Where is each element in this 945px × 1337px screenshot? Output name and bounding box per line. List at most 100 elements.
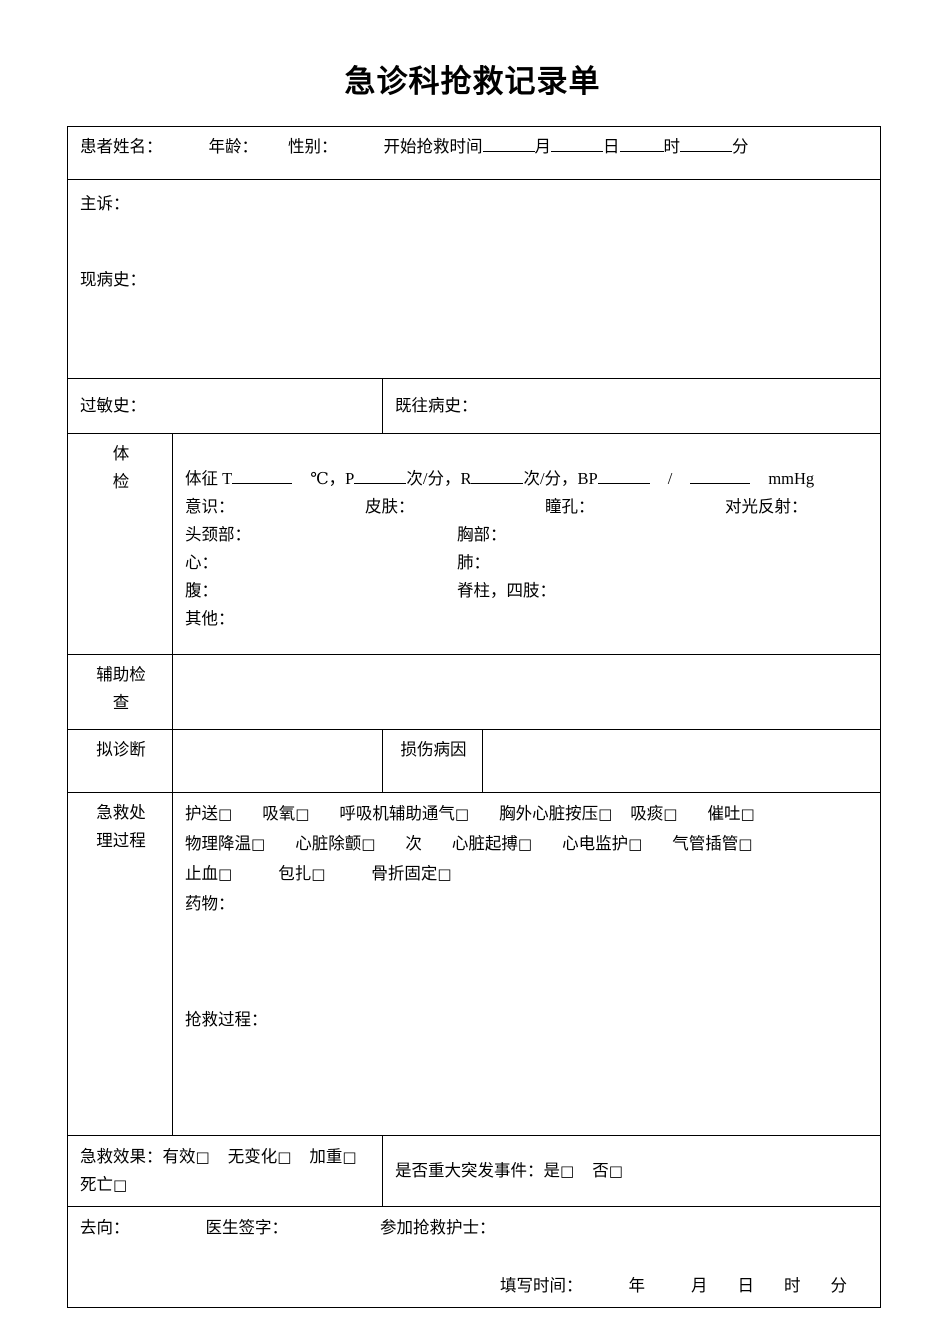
doctor-signature-label: 医生签字： xyxy=(205,1218,289,1237)
past-history-cell[interactable]: 既往病史： xyxy=(382,378,881,434)
pulse-input[interactable] xyxy=(354,483,407,484)
patient-info-row: 患者姓名： 年龄： 性别： 开始抢救时间 月 日 时 分 xyxy=(67,126,881,180)
effect-nochange-checkbox[interactable]: □ xyxy=(277,1148,291,1166)
bandaging-checkbox[interactable]: □ xyxy=(311,865,325,883)
other-label: 其他： xyxy=(185,609,235,628)
start-minute-unit: 分 xyxy=(732,137,749,156)
bp-systolic-input[interactable] xyxy=(597,483,650,484)
auxiliary-exam-label: 辅助检 查 xyxy=(67,654,173,730)
abdomen-label: 腹： xyxy=(185,581,218,600)
checkbox-row-2: 物理降温□ 心脏除颤□ 次心脏起搏□ 心电监护□ 气管插管□ xyxy=(185,829,870,859)
allergy-cell[interactable]: 过敏史： xyxy=(67,378,383,434)
chest-label: 胸部： xyxy=(457,525,507,544)
allergy-label: 过敏史： xyxy=(80,396,146,415)
consciousness-label: 意识： xyxy=(185,497,235,516)
patient-age-label: 年龄： xyxy=(208,137,259,156)
history-row: 主诉： 现病史： xyxy=(67,179,881,379)
major-event-no-checkbox[interactable]: □ xyxy=(609,1162,623,1180)
physical-exam-label-char1: 体 xyxy=(112,444,130,463)
start-hour-unit: 时 xyxy=(663,137,681,156)
rescue-process-label: 抢救过程： xyxy=(185,1010,268,1029)
suction-checkbox[interactable]: □ xyxy=(663,805,677,823)
start-month-input[interactable] xyxy=(482,151,535,152)
emergency-process-label-line1: 急救处 xyxy=(96,803,146,822)
checkbox-row-1: 护送□ 吸氧□ 呼吸机辅助通气□ 胸外心脏按压□ 吸痰□ 催吐□ xyxy=(185,799,870,829)
emergency-process-content-cell[interactable]: 护送□ 吸氧□ 呼吸机辅助通气□ 胸外心脏按压□ 吸痰□ 催吐□ 物理降温□ 心脏除颤□ 次心… xyxy=(172,792,881,1136)
bandaging-label: 包扎 xyxy=(278,864,312,883)
diagnosis-value-cell[interactable] xyxy=(172,729,383,793)
auxiliary-exam-content-cell[interactable] xyxy=(172,654,881,730)
rescue-effect-label: 急救效果： xyxy=(80,1147,163,1166)
pulse-unit: 次/分，R xyxy=(406,469,472,488)
intubation-checkbox[interactable]: □ xyxy=(738,835,752,853)
start-hour-input[interactable] xyxy=(619,151,664,152)
pacing-checkbox[interactable]: □ xyxy=(518,835,532,853)
effect-worse-checkbox[interactable]: □ xyxy=(342,1148,356,1166)
effect-death-checkbox[interactable]: □ xyxy=(113,1176,127,1194)
spine-limbs-label: 脊柱，四肢： xyxy=(457,581,556,600)
form-page: 急诊科抢救记录单 患者姓名： 年龄： 性别： 开始抢救时间月日时分 主诉： 现病史： xyxy=(0,0,945,1337)
physical-exam-content-cell[interactable]: 体征 T ℃，P 次/分，R 次/分，BP / mmHg 意识： 皮肤： 瞳孔： 对光反射： 头… xyxy=(172,433,881,655)
present-illness-label: 现病史： xyxy=(80,270,146,289)
fill-day-unit: 日 xyxy=(737,1276,755,1295)
chest-compression-label: 胸外心脏按压 xyxy=(499,804,599,823)
start-minute-input[interactable] xyxy=(680,151,732,152)
physical-exam-row: 体 检 体征 T ℃，P 次/分，R 次/分，BP / mmHg 意识： 皮肤： 瞳孔： 对光反… xyxy=(67,433,881,655)
bp-diastolic-input[interactable] xyxy=(690,483,751,484)
fill-month-unit: 月 xyxy=(691,1276,708,1295)
diagnosis-row: 拟诊断 损伤病因 xyxy=(67,729,881,793)
chest-compression-checkbox[interactable]: □ xyxy=(598,805,612,823)
allergy-history-row: 过敏史： 既往病史： xyxy=(67,378,881,434)
signature-line: 去向： 医生签字： 参加抢救护士： xyxy=(80,1213,870,1243)
major-event-label: 是否重大突发事件： xyxy=(395,1161,544,1180)
other-line: 其他： xyxy=(185,605,870,633)
footer-cell[interactable]: 去向： 医生签字： 参加抢救护士： 填写时间： 年 月 日 时 分 xyxy=(67,1206,881,1308)
fill-time-label: 填写时间： xyxy=(500,1276,583,1295)
emergency-process-label-line2: 理过程 xyxy=(96,831,146,850)
escort-checkbox[interactable]: □ xyxy=(218,805,232,823)
patient-gender-label: 性别： xyxy=(288,137,338,156)
fracture-fixation-checkbox[interactable]: □ xyxy=(437,865,451,883)
bp-separator: / xyxy=(667,469,673,488)
respiration-input[interactable] xyxy=(471,483,524,484)
oxygen-checkbox[interactable]: □ xyxy=(295,805,309,823)
defibrillation-times-unit: 次 xyxy=(405,834,422,853)
injury-cause-label: 损伤病因 xyxy=(382,729,483,793)
fill-hour-unit: 时 xyxy=(784,1276,801,1295)
heart-label: 心： xyxy=(185,553,218,572)
rescue-start-time-label: 开始抢救时间 xyxy=(383,137,483,156)
major-event-yes-label: 是 xyxy=(543,1161,561,1180)
emergency-process-row: 急救处 理过程 护送□ 吸氧□ 呼吸机辅助通气□ 胸外心脏按压□ 吸痰□ 催吐□ 物理降温… xyxy=(67,792,881,1136)
effect-effective-checkbox[interactable]: □ xyxy=(196,1148,210,1166)
temperature-input[interactable] xyxy=(232,483,293,484)
cooling-label: 物理降温 xyxy=(185,834,251,853)
temperature-unit: ℃，P xyxy=(310,469,355,488)
emesis-label: 催吐 xyxy=(707,804,741,823)
hemostasis-checkbox[interactable]: □ xyxy=(218,865,232,883)
emesis-checkbox[interactable]: □ xyxy=(740,805,754,823)
start-month-unit: 月 xyxy=(534,137,552,156)
bp-unit: mmHg xyxy=(768,469,815,488)
skin-label: 皮肤： xyxy=(365,497,415,516)
effect-death-label: 死亡 xyxy=(80,1175,113,1194)
outcome-row: 急救效果：有效□ 无变化□ 加重□死亡□ 是否重大突发事件：是□ 否□ xyxy=(67,1135,881,1207)
ventilator-label: 呼吸机辅助通气 xyxy=(339,804,455,823)
major-event-yes-checkbox[interactable]: □ xyxy=(560,1162,574,1180)
start-day-input[interactable] xyxy=(551,151,603,152)
fracture-fixation-label: 骨折固定 xyxy=(371,864,438,883)
head-neck-label: 头颈部： xyxy=(185,525,251,544)
suction-label: 吸痰 xyxy=(630,804,664,823)
ventilator-checkbox[interactable]: □ xyxy=(455,805,469,823)
cooling-checkbox[interactable]: □ xyxy=(251,835,265,853)
auxiliary-exam-label-line1: 辅助检 xyxy=(96,665,146,684)
heart-lung-line: 心： 肺： xyxy=(185,549,870,577)
ecg-monitor-checkbox[interactable]: □ xyxy=(628,835,642,853)
defibrillation-label: 心脏除颤 xyxy=(295,834,362,853)
effect-nochange-label: 无变化 xyxy=(227,1147,278,1166)
footer-row: 去向： 医生签字： 参加抢救护士： 填写时间： 年 月 日 时 分 xyxy=(67,1206,881,1308)
history-cell[interactable]: 主诉： 现病史： xyxy=(67,179,881,379)
defibrillation-checkbox[interactable]: □ xyxy=(361,835,375,853)
injury-cause-value-cell[interactable] xyxy=(482,729,881,793)
light-reflex-label: 对光反射： xyxy=(725,497,808,516)
intubation-label: 气管插管 xyxy=(672,834,739,853)
